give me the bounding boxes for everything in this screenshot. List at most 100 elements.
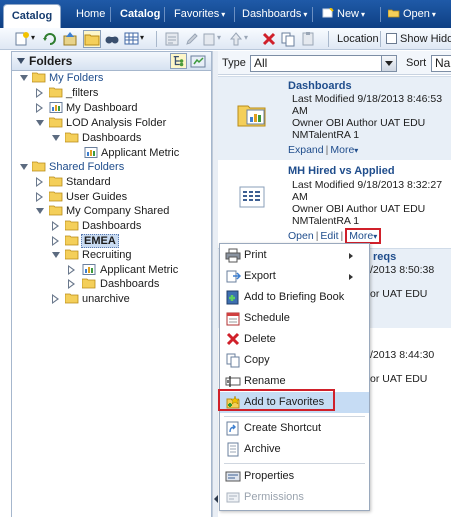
menu-item-export[interactable]: Export bbox=[220, 266, 369, 287]
folder-icon bbox=[82, 278, 96, 289]
dashboard-folder-icon[interactable] bbox=[237, 100, 267, 128]
edit-pencil-icon[interactable] bbox=[184, 31, 200, 47]
tree-label: Applicant Metric bbox=[100, 264, 179, 276]
tree-item-dashboards[interactable]: Dashboards bbox=[68, 277, 204, 291]
nav-catalog-link[interactable]: Catalog bbox=[116, 0, 164, 28]
menu-item-add-to-briefing-book[interactable]: Add to Briefing Book bbox=[220, 287, 369, 308]
tree-item-recruiting[interactable]: Recruiting bbox=[52, 248, 202, 262]
chevron-down-icon[interactable]: ▾ bbox=[354, 146, 358, 155]
menu-separator bbox=[224, 416, 365, 417]
open-link[interactable]: Open bbox=[288, 230, 314, 242]
view-grid-icon[interactable] bbox=[124, 31, 140, 47]
menu-item-copy[interactable]: Copy bbox=[220, 350, 369, 371]
shortcut-icon bbox=[226, 421, 239, 436]
copy-icon[interactable] bbox=[280, 31, 296, 47]
checkbox-icon[interactable] bbox=[386, 33, 397, 44]
folder-tree-icon[interactable] bbox=[190, 53, 207, 69]
sort-select[interactable]: Name bbox=[431, 55, 451, 72]
properties-icon[interactable] bbox=[164, 31, 180, 47]
list-item: Dashboards Last Modified 9/18/2013 8:46:… bbox=[218, 76, 451, 160]
chevron-down-icon[interactable]: ▾ bbox=[217, 33, 221, 42]
analysis-icon[interactable] bbox=[239, 186, 265, 208]
folders-pane-title: Folders bbox=[29, 54, 73, 68]
menu-item-delete[interactable]: Delete bbox=[220, 329, 369, 350]
expanded-twisty-icon[interactable] bbox=[36, 208, 44, 214]
refresh-icon[interactable] bbox=[42, 31, 58, 47]
expanded-twisty-icon[interactable] bbox=[52, 135, 60, 141]
tree-item-applicant-metric[interactable]: Applicant Metric bbox=[84, 146, 204, 160]
nav-home-link[interactable]: Home bbox=[72, 0, 109, 28]
upload-icon[interactable] bbox=[62, 31, 78, 47]
tree-item-emea[interactable]: EMEA bbox=[52, 234, 202, 248]
tab-catalog[interactable]: Catalog bbox=[3, 4, 61, 28]
tree-item-dashboards[interactable]: Dashboards bbox=[52, 131, 202, 145]
menu-item-label: Add to Briefing Book bbox=[244, 291, 345, 303]
menu-item-create-shortcut[interactable]: Create Shortcut bbox=[220, 418, 369, 439]
menu-item-label: Delete bbox=[244, 333, 276, 345]
tree-item-applicant-metric[interactable]: Applicant Metric bbox=[68, 263, 204, 277]
nav-open-menu[interactable]: Open ▾ bbox=[384, 0, 440, 28]
delete-x-icon[interactable] bbox=[261, 31, 277, 47]
chevron-down-icon[interactable]: ▾ bbox=[140, 33, 144, 42]
tree-label-selected: EMEA bbox=[81, 234, 119, 248]
chevron-down-icon[interactable]: ▾ bbox=[244, 33, 248, 42]
menu-item-archive[interactable]: Archive bbox=[220, 439, 369, 460]
copy-icon bbox=[226, 353, 240, 368]
tree-item-shared-folders[interactable]: Shared Folders bbox=[20, 160, 210, 174]
new-document-icon[interactable] bbox=[14, 31, 30, 47]
search-icon[interactable] bbox=[104, 31, 120, 47]
chevron-down-icon[interactable] bbox=[381, 56, 396, 71]
expanded-twisty-icon[interactable] bbox=[20, 164, 28, 170]
copy-doc-icon[interactable] bbox=[202, 31, 218, 47]
export-icon bbox=[226, 270, 241, 283]
item-owner-partial: or UAT EDU bbox=[370, 373, 428, 385]
nav-separator bbox=[164, 7, 165, 22]
tree-label: unarchive bbox=[82, 293, 130, 305]
item-title-link[interactable]: Dashboards bbox=[288, 80, 352, 92]
nav-new-menu[interactable]: New ▾ bbox=[318, 0, 369, 28]
location-button[interactable]: Location bbox=[334, 28, 382, 50]
paste-icon[interactable] bbox=[300, 31, 316, 47]
filter-bar: Type All Sort Name bbox=[218, 51, 451, 75]
expanded-twisty-icon[interactable] bbox=[36, 120, 44, 126]
type-select[interactable]: All bbox=[250, 55, 397, 72]
tree-item-my-folders[interactable]: My Folders bbox=[20, 71, 210, 85]
menu-item-schedule[interactable]: Schedule bbox=[220, 308, 369, 329]
menu-item-properties[interactable]: Properties bbox=[220, 466, 369, 487]
item-title-link[interactable]: MH Hired vs Applied bbox=[288, 165, 395, 177]
folder-open-icon bbox=[32, 161, 46, 172]
expanded-twisty-icon[interactable] bbox=[20, 75, 28, 81]
tree-item-my-company-shared[interactable]: My Company Shared bbox=[36, 204, 206, 218]
menu-item-permissions[interactable]: Permissions bbox=[220, 487, 369, 508]
tree-item-filters[interactable]: _filters bbox=[36, 86, 206, 100]
link-separator: | bbox=[325, 144, 329, 156]
edit-link[interactable]: Edit bbox=[320, 230, 338, 242]
folder-view-icon[interactable] bbox=[83, 30, 101, 48]
menu-item-print[interactable]: Print bbox=[220, 245, 369, 266]
show-hidden-label: Show Hidd bbox=[400, 33, 451, 45]
tree-item-dashboards[interactable]: Dashboards bbox=[52, 219, 202, 233]
chevron-down-icon[interactable]: ▾ bbox=[31, 33, 35, 42]
rename-icon bbox=[225, 376, 241, 387]
menu-item-label: Schedule bbox=[244, 312, 290, 324]
tree-item-my-dashboard[interactable]: My Dashboard bbox=[36, 101, 206, 115]
expand-link[interactable]: Expand bbox=[288, 144, 324, 156]
twisty-fill bbox=[53, 238, 57, 244]
up-arrow-icon[interactable] bbox=[228, 31, 244, 47]
item-title-link-partial[interactable]: reqs bbox=[373, 251, 396, 263]
show-hidden-checkbox[interactable]: Show Hidd bbox=[386, 28, 451, 50]
tree-item-user-guides[interactable]: User Guides bbox=[36, 190, 206, 204]
twisty-fill bbox=[53, 296, 57, 302]
item-modified-ampm: AM bbox=[292, 105, 308, 117]
tree-item-standard[interactable]: Standard bbox=[36, 175, 206, 189]
nav-dashboards-menu[interactable]: Dashboards ▾ bbox=[238, 0, 311, 28]
folder-icon bbox=[49, 87, 63, 98]
tree-item-unarchive[interactable]: unarchive bbox=[52, 292, 202, 306]
more-link-highlighted[interactable]: More▾ bbox=[345, 228, 382, 244]
collapse-pane-icon[interactable] bbox=[17, 58, 25, 64]
more-link[interactable]: More bbox=[330, 144, 354, 156]
expanded-twisty-icon[interactable] bbox=[52, 252, 60, 258]
tree-view-icon[interactable] bbox=[170, 53, 187, 69]
tree-item-lod-analysis-folder[interactable]: LOD Analysis Folder bbox=[36, 116, 206, 130]
nav-favorites-menu[interactable]: Favorites ▾ bbox=[170, 0, 229, 28]
